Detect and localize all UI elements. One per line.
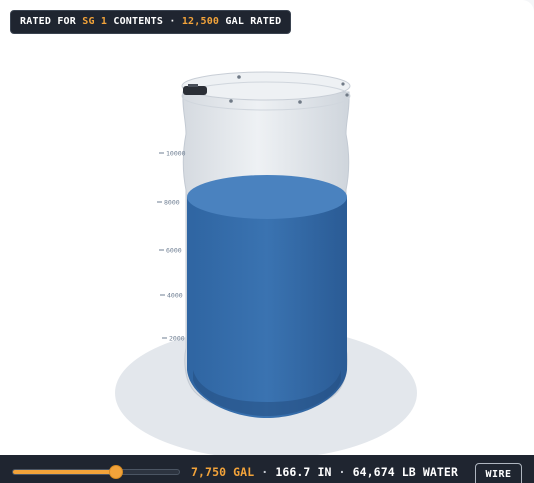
- wire-toggle-button[interactable]: WIRE: [475, 463, 522, 483]
- fill-slider[interactable]: [12, 465, 180, 479]
- height-readout: 166.7 IN: [275, 465, 332, 479]
- slider-thumb[interactable]: [108, 465, 123, 479]
- gauge-tick-label: 2000: [169, 334, 185, 342]
- rating-sg: SG 1: [82, 16, 108, 27]
- rating-badge: RATED FOR SG 1 CONTENTS · 12,500 GAL RAT…: [10, 10, 292, 34]
- gauge-tick-label: 8000: [164, 198, 180, 206]
- gauge-tick-label: 10000: [166, 149, 186, 157]
- gallons-readout: 7,750 GAL: [191, 465, 255, 479]
- rating-prefix: RATED FOR: [20, 16, 76, 27]
- water-surface: [187, 174, 347, 219]
- bottom-bar: 7,750 GAL · 166.7 IN · 64,674 LB WATER W…: [0, 455, 534, 483]
- weight-readout: 64,674 LB WATER: [352, 465, 458, 479]
- rating-gallons: 12,500: [181, 16, 220, 27]
- gauge-tick-label: 4000: [167, 291, 183, 299]
- readout: 7,750 GAL · 166.7 IN · 64,674 LB WATER: [191, 465, 458, 479]
- tank-viewer: 10000 8000 6000 4000 2000 RATED FOR SG 1 CON…: [0, 0, 534, 483]
- tank-3d-view[interactable]: 10000 8000 6000 4000 2000: [0, 0, 534, 455]
- water-volume: [187, 196, 347, 418]
- rating-middle: CONTENTS ·: [113, 16, 176, 27]
- separator: ·: [338, 465, 346, 479]
- gauge-tick-label: 6000: [166, 246, 182, 254]
- level-gauge: 10000 8000 6000 4000 2000: [157, 149, 186, 342]
- separator: ·: [261, 465, 269, 479]
- slider-fill: [13, 470, 116, 474]
- rating-suffix: GAL RATED: [225, 16, 282, 27]
